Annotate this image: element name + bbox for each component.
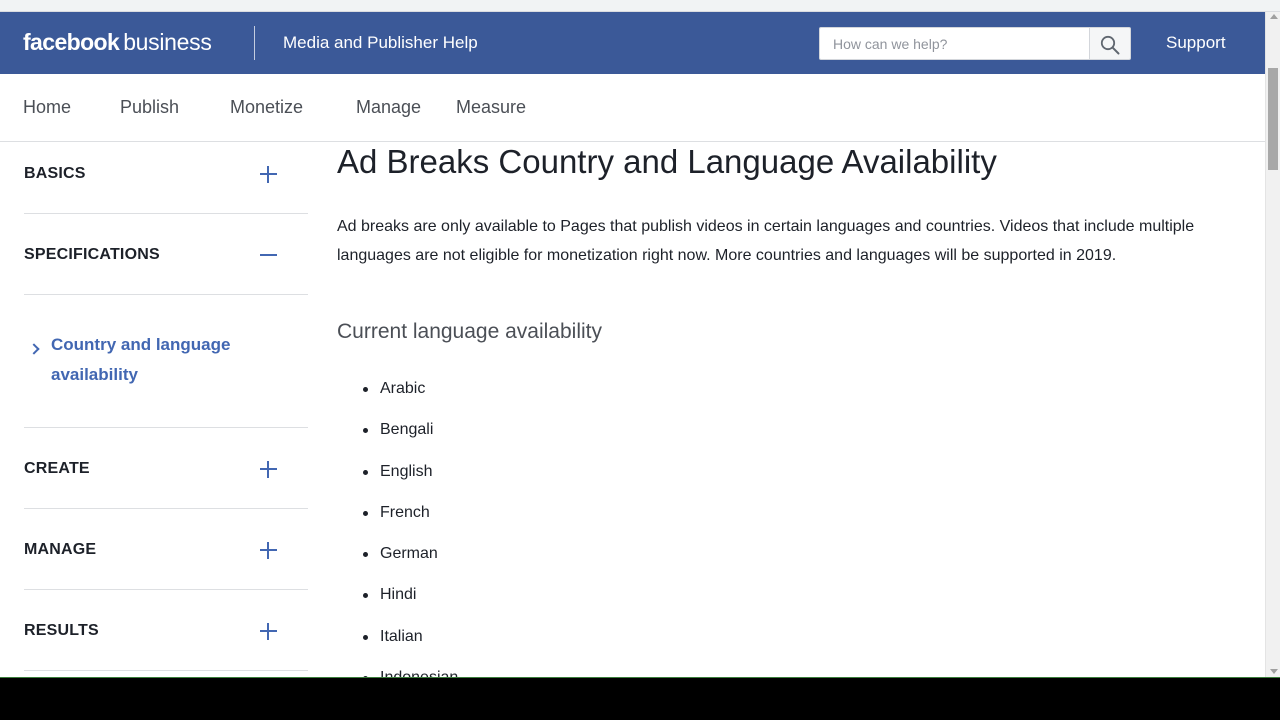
plus-icon[interactable] [260,461,277,478]
vertical-scrollbar[interactable] [1265,12,1280,677]
sidebar-divider [24,213,308,214]
section-heading: Current language availability [337,320,602,343]
nav-measure[interactable]: Measure [456,97,526,118]
language-list: Arabic Bengali English French German Hin… [362,379,458,677]
logo-brand: facebook [23,29,120,55]
sidebar-section-label: BASICS [24,165,86,182]
plus-icon[interactable] [260,542,277,559]
nav-publish[interactable]: Publish [120,97,179,118]
search-icon [1100,35,1120,55]
sidebar-divider [24,589,308,590]
list-item: Arabic [362,379,458,420]
page-viewport: facebook business Media and Publisher Hel… [0,12,1265,677]
sidebar-section-label: SPECIFICATIONS [24,246,160,263]
sidebar-section-label: RESULTS [24,622,99,639]
nav-manage[interactable]: Manage [356,97,421,118]
search-field[interactable] [819,27,1090,60]
bottom-black-bar [0,677,1280,720]
chevron-right-icon [28,343,40,355]
scroll-up-arrow-icon[interactable] [1270,14,1278,19]
list-item: French [362,503,458,544]
plus-icon[interactable] [260,623,277,640]
search-button[interactable] [1090,27,1131,60]
sidebar-divider [24,508,308,509]
plus-icon[interactable] [260,166,277,183]
main-nav: Home Publish Monetize Manage Measure [0,74,1265,142]
site-header: facebook business Media and Publisher Hel… [0,12,1265,74]
page-title: Ad Breaks Country and Language Availabil… [337,143,997,180]
sidebar-divider [24,294,308,295]
sidebar-section-label: CREATE [24,460,90,477]
scroll-down-arrow-icon[interactable] [1270,669,1278,674]
nav-monetize[interactable]: Monetize [230,97,303,118]
minus-icon[interactable] [260,254,277,256]
sidebar-divider [24,427,308,428]
search-input[interactable] [820,28,1089,59]
facebook-business-logo[interactable]: facebook business [23,29,212,56]
list-item: Indonesian [362,668,458,677]
list-item: Hindi [362,585,458,626]
sidebar-link-country-language[interactable]: Country and language availability [51,330,271,389]
list-item: English [362,462,458,503]
support-link[interactable]: Support [1166,33,1226,53]
logo-suffix: business [123,29,212,55]
browser-chrome-strip [0,0,1280,12]
list-item: Italian [362,627,458,668]
header-divider [254,26,255,60]
sidebar-divider [24,670,308,671]
intro-paragraph: Ad breaks are only available to Pages th… [337,218,1195,264]
sidebar-section-label: MANAGE [24,541,97,558]
list-item: Bengali [362,420,458,461]
nav-home[interactable]: Home [23,97,71,118]
site-title-link[interactable]: Media and Publisher Help [283,33,478,53]
scrollbar-thumb[interactable] [1268,68,1278,170]
list-item: German [362,544,458,585]
